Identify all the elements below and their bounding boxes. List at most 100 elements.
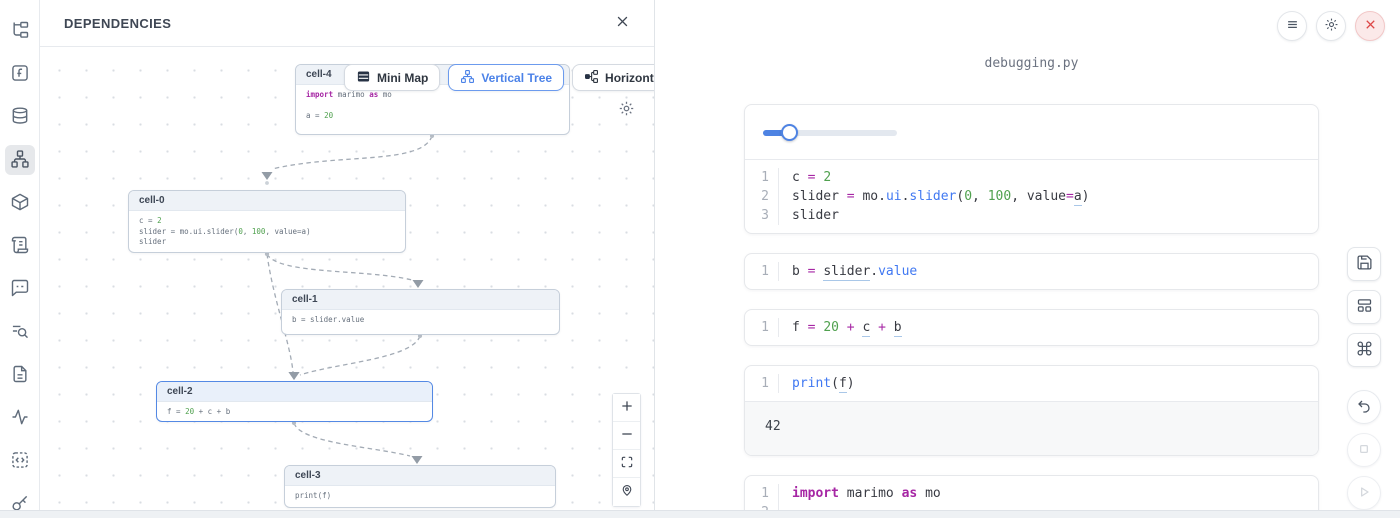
notebook-cell-1: 1b = slider.value xyxy=(744,253,1319,290)
graph-node-title: cell-0 xyxy=(129,191,405,211)
code-line: b = slider.value xyxy=(292,315,549,326)
code-line xyxy=(306,101,559,112)
cell-output xyxy=(745,105,1318,160)
sidebar-item-chat[interactable] xyxy=(5,274,35,304)
notebook-cells: 123c = 2slider = mo.ui.slider(0, 100, va… xyxy=(744,104,1319,518)
save-icon xyxy=(1356,254,1373,274)
graph-settings-button[interactable] xyxy=(616,100,636,120)
cell-editor[interactable]: 1 f = 20 + c + b xyxy=(745,310,1318,345)
dependency-graph-canvas[interactable]: Mini Map Vertical Tree Horizontal Tree xyxy=(40,47,654,518)
edge-arrowhead xyxy=(413,280,424,288)
status-bar xyxy=(0,510,1400,518)
keyboard-shortcuts-button[interactable] xyxy=(1347,333,1381,367)
close-icon xyxy=(1363,17,1378,35)
chat-icon xyxy=(10,278,30,301)
zoom-out-button[interactable] xyxy=(613,422,640,450)
cell-editor[interactable]: 123c = 2slider = mo.ui.slider(0, 100, va… xyxy=(745,160,1318,233)
graph-zoom-controls xyxy=(612,393,641,507)
mini-map-button[interactable]: Mini Map xyxy=(344,64,440,91)
line-numbers: 1 xyxy=(745,374,779,393)
outline-icon xyxy=(10,235,30,258)
minus-icon xyxy=(620,426,634,446)
zoom-in-button[interactable] xyxy=(613,394,640,422)
slider-thumb[interactable] xyxy=(781,124,798,141)
notebook-filename[interactable]: debugging.py xyxy=(744,56,1319,71)
undo-icon xyxy=(1356,398,1372,417)
undo-button[interactable] xyxy=(1347,390,1381,424)
code-line: slider xyxy=(792,206,1089,225)
edge-handle-dot xyxy=(265,181,269,185)
notebook-cell-0: 123c = 2slider = mo.ui.slider(0, 100, va… xyxy=(744,104,1319,234)
slider-widget[interactable] xyxy=(763,124,897,141)
line-numbers: 123 xyxy=(745,168,779,225)
edge-arrowhead xyxy=(289,372,300,380)
graph-node-title: cell-1 xyxy=(282,290,559,310)
stop-icon xyxy=(1356,441,1372,460)
graph-node-cell-2[interactable]: cell-2f = 20 + c + b xyxy=(156,381,433,422)
play-icon xyxy=(1356,484,1372,503)
notebook-column: debugging.py 123c = 2slider = mo.ui.slid… xyxy=(744,0,1319,518)
packages-icon xyxy=(10,192,30,215)
mini-map-icon xyxy=(356,69,371,87)
graph-node-code: print(f) xyxy=(285,486,555,507)
sidebar-item-packages[interactable] xyxy=(5,188,35,218)
command-icon xyxy=(1356,340,1373,360)
save-button[interactable] xyxy=(1347,247,1381,281)
graph-view-toolbar: Mini Map Vertical Tree Horizontal Tree xyxy=(344,64,654,91)
code-line: c = 2 xyxy=(792,168,1089,187)
dependencies-panel: DEPENDENCIES Mini Map Vertical Tree Hori… xyxy=(40,0,655,518)
close-panel-button[interactable] xyxy=(610,11,634,35)
documentation-icon xyxy=(10,364,30,387)
notebook-cell-2: 1 f = 20 + c + b xyxy=(744,309,1319,346)
layout-icon xyxy=(1356,297,1373,317)
horizontal-tree-button[interactable]: Horizontal Tree xyxy=(572,64,654,91)
vertical-tree-button[interactable]: Vertical Tree xyxy=(448,64,564,91)
notebook-side-actions xyxy=(1347,247,1381,510)
sidebar-item-file-explorer[interactable] xyxy=(5,16,35,46)
sidebar-item-outline[interactable] xyxy=(5,231,35,261)
run-button[interactable] xyxy=(1347,476,1381,510)
sidebar-item-datasources[interactable] xyxy=(5,102,35,132)
notebook-menu-button[interactable] xyxy=(1277,11,1307,41)
sidebar-item-logs[interactable] xyxy=(5,317,35,347)
horizontal-tree-icon xyxy=(584,69,599,87)
line-numbers: 1 xyxy=(745,318,779,337)
code-line: b = slider.value xyxy=(792,262,917,281)
cell-code: b = slider.value xyxy=(779,262,917,281)
fit-view-button[interactable] xyxy=(613,450,640,478)
cell-editor[interactable]: 1b = slider.value xyxy=(745,254,1318,289)
sidebar-item-dependencies[interactable] xyxy=(5,145,35,175)
sidebar-item-documentation[interactable] xyxy=(5,360,35,390)
gear-icon xyxy=(618,105,635,120)
code-line: f = 20 + c + b xyxy=(792,318,902,337)
map-pin-icon xyxy=(620,482,634,502)
sidebar-item-snippets[interactable] xyxy=(5,446,35,476)
layout-select-button[interactable] xyxy=(1347,290,1381,324)
code-line: import marimo as mo xyxy=(306,90,559,101)
code-line: print(f) xyxy=(295,491,545,502)
code-line: slider xyxy=(139,237,395,248)
graph-edge-cell-0-cell-1 xyxy=(267,254,412,280)
notebook-header-actions xyxy=(1277,11,1385,41)
locate-node-button[interactable] xyxy=(613,478,640,506)
notebook-main: debugging.py 123c = 2slider = mo.ui.slid… xyxy=(655,0,1400,518)
graph-edge-cell-1-cell-2 xyxy=(300,336,420,375)
sidebar-item-variables[interactable] xyxy=(5,59,35,89)
graph-node-title: cell-2 xyxy=(157,382,432,402)
sidebar-item-tracing[interactable] xyxy=(5,403,35,433)
horizontal-tree-label: Horizontal Tree xyxy=(605,71,654,85)
cell-editor[interactable]: 1print(f) xyxy=(745,366,1318,401)
graph-edge-cell-4-cell-0 xyxy=(272,136,432,169)
notebook-settings-button[interactable] xyxy=(1316,11,1346,41)
close-icon xyxy=(615,14,630,32)
shutdown-button[interactable] xyxy=(1355,11,1385,41)
stop-button[interactable] xyxy=(1347,433,1381,467)
graph-node-cell-3[interactable]: cell-3print(f) xyxy=(284,465,556,508)
logs-icon xyxy=(10,321,30,344)
code-line: slider = mo.ui.slider(0, 100, value=a) xyxy=(792,187,1089,206)
helper-sidebar xyxy=(0,0,40,518)
cell-code: c = 2slider = mo.ui.slider(0, 100, value… xyxy=(779,168,1089,225)
gear-icon xyxy=(1324,17,1339,35)
graph-node-cell-0[interactable]: cell-0c = 2slider = mo.ui.slider(0, 100,… xyxy=(128,190,406,253)
graph-node-cell-1[interactable]: cell-1 b = slider.value xyxy=(281,289,560,335)
